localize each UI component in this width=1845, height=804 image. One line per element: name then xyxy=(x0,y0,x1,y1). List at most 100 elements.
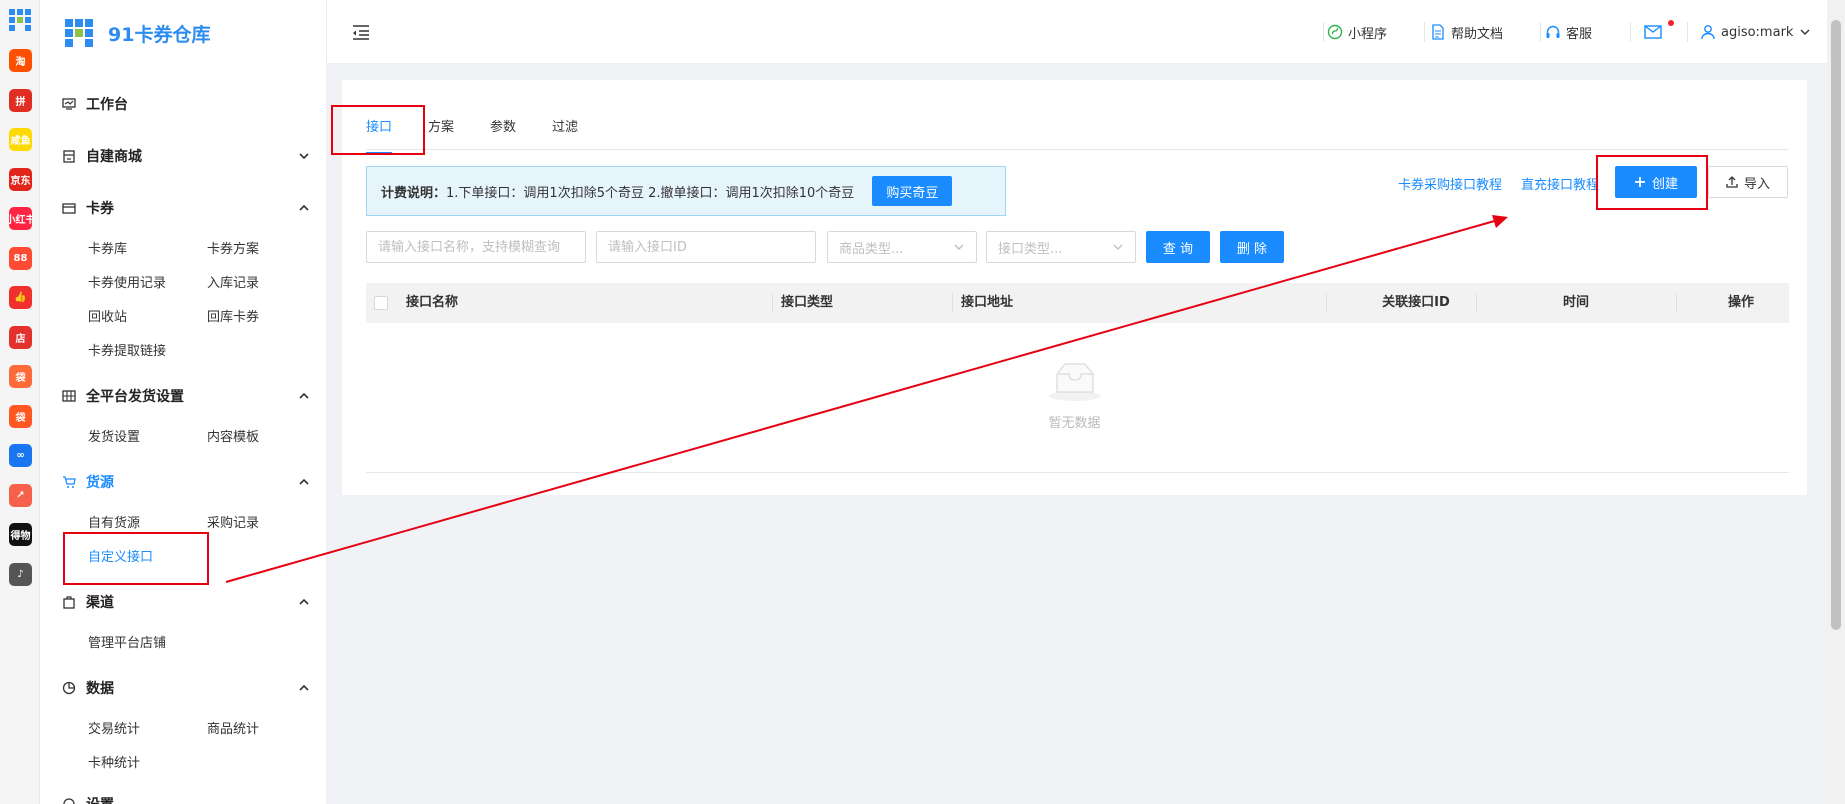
nav-group-label: 渠道 xyxy=(86,595,114,611)
brand[interactable]: 91卡券仓库 xyxy=(64,16,210,50)
shopping-icon[interactable]: 袋 xyxy=(9,404,32,428)
dewu-icon[interactable]: 得物 xyxy=(9,523,32,546)
messages-button[interactable] xyxy=(1644,20,1667,44)
mail-icon xyxy=(1644,25,1662,39)
sidebar-item-card-type-stats[interactable]: 卡种统计 xyxy=(88,752,140,771)
sidebar-item-coupon-usage[interactable]: 卡券使用记录 xyxy=(88,272,166,291)
empty-state xyxy=(342,360,1807,406)
chevron-down-icon xyxy=(298,150,310,162)
chevron-up-icon xyxy=(298,476,310,488)
query-button[interactable]: 查 询 xyxy=(1146,231,1210,263)
sidebar-item-coupon-library[interactable]: 卡券库 xyxy=(88,238,127,257)
chevron-up-icon xyxy=(298,390,310,402)
sidebar-item-extract-link[interactable]: 卡券提取链接 xyxy=(88,340,166,359)
xianyu-icon[interactable]: 咸鱼 xyxy=(9,128,32,151)
sidebar-item-purchase-records[interactable]: 采购记录 xyxy=(207,512,259,531)
import-button[interactable]: 导入 xyxy=(1708,166,1788,198)
app-logo-icon[interactable] xyxy=(8,8,32,32)
api-type-placeholder: 接口类型... xyxy=(998,241,1063,257)
dian-icon[interactable]: 店 xyxy=(9,325,32,349)
delete-button[interactable]: 删 除 xyxy=(1220,231,1284,263)
username: agiso:mark xyxy=(1721,24,1794,40)
sidebar-item-own-source[interactable]: 自有货源 xyxy=(88,512,140,531)
empty-inbox-icon xyxy=(1048,363,1101,401)
annotation-box-tab xyxy=(331,105,425,155)
link-icon[interactable]: ∞ xyxy=(9,444,32,467)
sidebar-item-delivery-settings[interactable]: 发货设置 xyxy=(88,426,140,445)
column-actions: 操作 xyxy=(1727,295,1754,310)
api-name-search-input[interactable] xyxy=(366,231,586,263)
scrollbar-thumb[interactable] xyxy=(1831,20,1841,630)
nav-group-label: 工作台 xyxy=(86,97,128,113)
sidebar-item-stock-in-records[interactable]: 入库记录 xyxy=(207,272,259,291)
content-card: 接口 方案 参数 过滤 计费说明： 1.下单接口：调用1次扣除5个奇豆 2.撤单… xyxy=(342,80,1807,495)
nav-group-data[interactable]: 数据 xyxy=(62,676,310,700)
help-docs-link[interactable]: 帮助文档 xyxy=(1430,20,1503,44)
annotation-box-custom-api xyxy=(63,532,209,585)
sidebar-item-goods-stats[interactable]: 商品统计 xyxy=(207,718,259,737)
goods-type-placeholder: 商品类型... xyxy=(839,241,904,257)
tabs-divider xyxy=(366,149,1789,150)
nav-group-label: 自建商城 xyxy=(86,149,142,165)
douyin-icon[interactable]: ♪ xyxy=(9,562,32,586)
nav-group-mall[interactable]: 自建商城 xyxy=(62,144,310,168)
recharge-api-tutorial-link[interactable]: 直充接口教程 xyxy=(1521,174,1599,193)
doc-share-icon[interactable]: ↗ xyxy=(9,483,32,507)
nav-group-delivery[interactable]: 全平台发货设置 xyxy=(62,384,310,408)
column-api-url: 接口地址 xyxy=(961,295,1014,310)
dashboard-icon xyxy=(62,97,76,111)
user-menu[interactable]: agiso:mark xyxy=(1700,20,1816,44)
settings-icon xyxy=(62,797,76,804)
column-divider xyxy=(952,293,953,313)
customer-service-link[interactable]: 客服 xyxy=(1545,20,1592,44)
chevron-down-icon xyxy=(1113,244,1123,250)
mini-program-icon xyxy=(1327,24,1343,40)
sidebar-item-content-template[interactable]: 内容模板 xyxy=(207,426,259,445)
sidebar-item-trade-stats[interactable]: 交易统计 xyxy=(88,718,140,737)
page-scrollbar[interactable] xyxy=(1827,0,1845,804)
header-divider xyxy=(1424,22,1425,42)
api-type-select[interactable]: 接口类型... xyxy=(986,231,1136,263)
pie-chart-icon xyxy=(62,681,76,695)
goods-type-select[interactable]: 商品类型... xyxy=(827,231,977,263)
upload-icon xyxy=(1726,176,1738,188)
nav-group-coupon[interactable]: 卡券 xyxy=(62,196,310,220)
api-id-input[interactable] xyxy=(596,231,816,263)
brand-name: 91卡券仓库 xyxy=(108,23,211,46)
customer-service-label: 客服 xyxy=(1566,26,1593,42)
meituan-icon[interactable]: 88 xyxy=(9,246,32,270)
table-bottom-border xyxy=(366,472,1789,473)
jd-icon[interactable]: 京东 xyxy=(9,167,32,191)
nav-group-label: 全平台发货设置 xyxy=(86,389,184,405)
mini-program-link[interactable]: 小程序 xyxy=(1327,20,1387,44)
notification-dot xyxy=(1668,20,1674,26)
buy-beans-button[interactable]: 购买奇豆 xyxy=(872,176,953,206)
coupon-api-tutorial-link[interactable]: 卡券采购接口教程 xyxy=(1398,174,1502,193)
pinduoduo-icon[interactable]: 拼 xyxy=(9,88,32,112)
like-icon[interactable]: 👍 xyxy=(9,286,32,309)
xiaohongshu-icon[interactable]: 小红书 xyxy=(9,207,32,230)
column-divider xyxy=(1326,293,1327,313)
store-icon xyxy=(62,149,76,163)
column-api-name: 接口名称 xyxy=(406,295,459,310)
card-icon xyxy=(62,201,76,215)
select-all-checkbox[interactable] xyxy=(374,296,388,310)
sidebar-item-manage-stores[interactable]: 管理平台店铺 xyxy=(88,632,166,651)
column-linked-api-id: 关联接口ID xyxy=(1382,295,1450,310)
table-header: 接口名称 接口类型 接口地址 关联接口ID 时间 操作 xyxy=(366,283,1789,323)
sidebar-item-returned-coupons[interactable]: 回库卡券 xyxy=(207,306,259,325)
sidebar-item-coupon-plan[interactable]: 卡券方案 xyxy=(207,238,259,257)
taobao-icon[interactable]: 淘 xyxy=(9,49,32,72)
nav-group-workbench[interactable]: 工作台 xyxy=(62,92,310,116)
annotation-box-create xyxy=(1596,155,1708,210)
document-icon xyxy=(1432,24,1444,40)
grid-icon xyxy=(62,389,76,403)
chevron-down-icon xyxy=(1800,29,1810,35)
sidebar-item-recycle-bin[interactable]: 回收站 xyxy=(88,306,127,325)
chevron-up-icon xyxy=(298,682,310,694)
nav-group-channel[interactable]: 渠道 xyxy=(62,590,310,614)
shop-bag-icon[interactable]: 袋 xyxy=(9,365,32,388)
menu-fold-icon[interactable] xyxy=(351,22,371,42)
nav-group-source[interactable]: 货源 xyxy=(62,470,310,494)
nav-group-settings[interactable]: 设置 xyxy=(62,792,310,804)
